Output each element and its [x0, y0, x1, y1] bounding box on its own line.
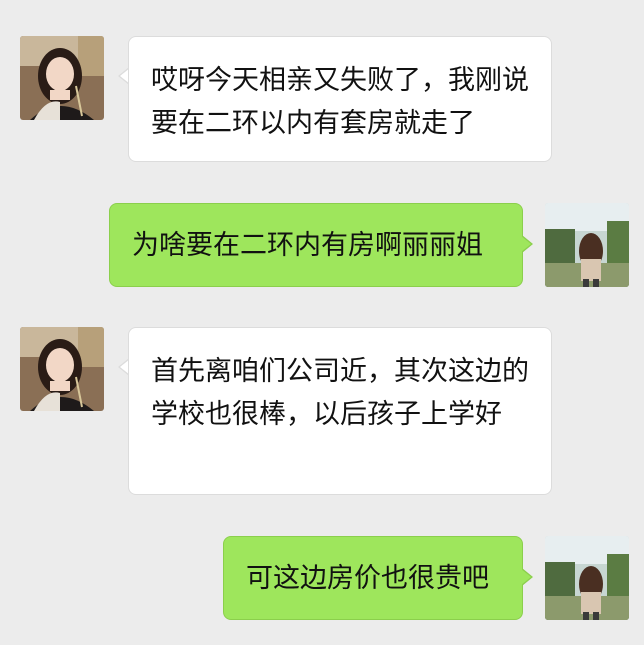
message-text: 可这边房价也很贵吧 [246, 563, 489, 594]
self-avatar[interactable] [545, 203, 629, 287]
self-avatar[interactable] [545, 536, 629, 620]
message-text: 哎呀今天相亲又失败了，我刚说要在二环以内有套房就走了 [151, 65, 529, 139]
message-bubble-received[interactable]: 哎呀今天相亲又失败了，我刚说要在二环以内有套房就走了 [128, 36, 552, 162]
sender-avatar[interactable] [20, 36, 104, 120]
sender-avatar[interactable] [20, 327, 104, 411]
bubble-tail [521, 235, 533, 253]
girl-garden-icon [545, 203, 629, 287]
message-bubble-received[interactable]: 首先离咱们公司近，其次这边的学校也很棒，以后孩子上学好 [128, 327, 552, 495]
girl-garden-icon [545, 536, 629, 620]
message-text: 为啥要在二环内有房啊丽丽姐 [132, 230, 483, 261]
woman-portrait-icon [20, 327, 104, 411]
woman-portrait-icon [20, 36, 104, 120]
message-bubble-sent[interactable]: 为啥要在二环内有房啊丽丽姐 [109, 203, 523, 287]
message-text: 首先离咱们公司近，其次这边的学校也很棒，以后孩子上学好 [151, 356, 529, 430]
message-bubble-sent[interactable]: 可这边房价也很贵吧 [223, 536, 523, 620]
bubble-tail [521, 568, 533, 586]
